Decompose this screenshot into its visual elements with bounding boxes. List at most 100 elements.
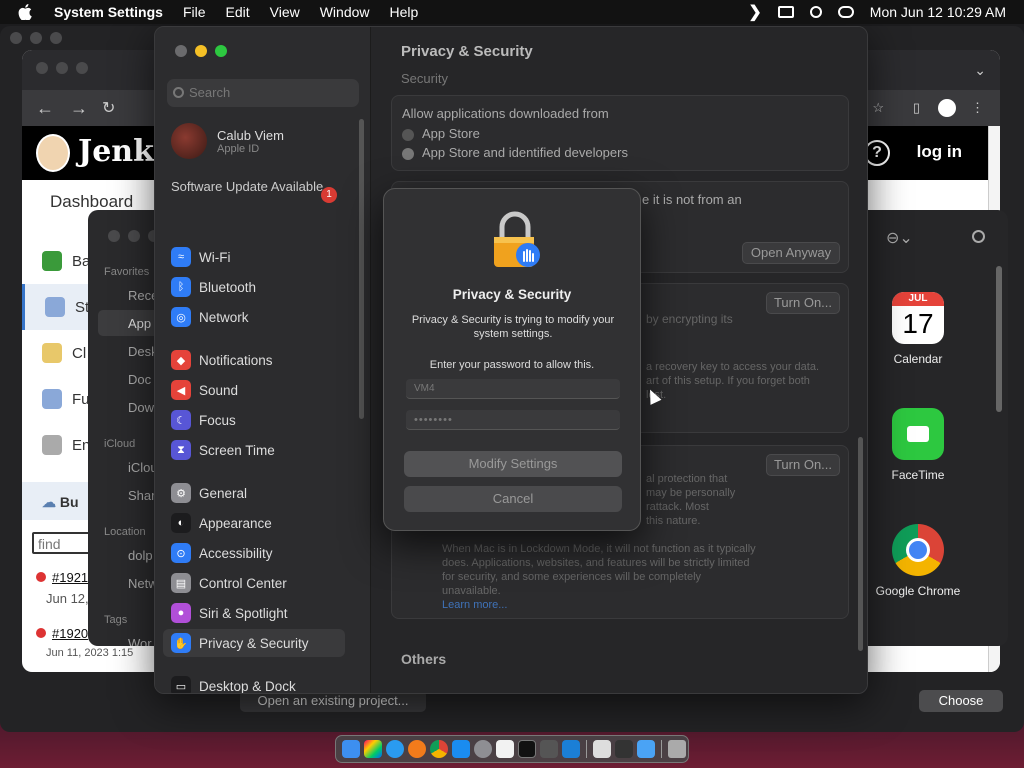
lockdown-turn-on-button[interactable]: Turn On...: [766, 454, 840, 476]
jenkins-side-item[interactable]: Ba: [22, 238, 92, 284]
star-icon[interactable]: ☆: [872, 100, 884, 116]
reload-icon[interactable]: ↻: [102, 98, 115, 118]
jenkins-side-item[interactable]: St: [22, 284, 92, 330]
modify-settings-button[interactable]: Modify Settings: [404, 451, 622, 477]
scrollbar[interactable]: [996, 266, 1002, 412]
sidebar-item[interactable]: ⧗ Screen Time: [163, 436, 345, 464]
back-arrow-icon[interactable]: ←: [36, 98, 54, 119]
scrollbar[interactable]: [359, 119, 364, 419]
firefox-icon[interactable]: [408, 740, 426, 758]
app-google-chrome[interactable]: Google Chrome: [868, 524, 968, 598]
choose-button[interactable]: Choose: [919, 690, 1003, 712]
cancel-button[interactable]: Cancel: [404, 486, 622, 512]
jenkins-title[interactable]: Jenki: [78, 134, 165, 169]
apple-id-row[interactable]: Calub Viem Apple ID: [171, 123, 284, 159]
learn-more-link[interactable]: Learn more...: [442, 598, 507, 612]
instruments-icon[interactable]: [540, 740, 558, 758]
app-calendar[interactable]: JUL 17 Calendar: [868, 292, 968, 366]
menu-window[interactable]: Window: [320, 4, 370, 20]
launchpad-icon[interactable]: [364, 740, 382, 758]
build-link[interactable]: #1920: [52, 626, 88, 641]
build-link[interactable]: #1921: [52, 570, 88, 585]
finder-item[interactable]: Wor: [128, 636, 152, 646]
finder-item[interactable]: App: [128, 316, 151, 331]
menu-edit[interactable]: Edit: [226, 4, 250, 20]
preview-icon[interactable]: [593, 740, 611, 758]
console-icon[interactable]: [615, 740, 633, 758]
jenkins-side-item[interactable]: En: [22, 422, 92, 468]
sidebar-item[interactable]: ◀ Sound: [163, 376, 345, 404]
build-history-heading: ☁ Bu: [22, 482, 92, 520]
spotlight-search-icon[interactable]: [809, 6, 822, 18]
menu-clock[interactable]: Mon Jun 12 10:29 AM: [870, 4, 1006, 20]
breadcrumb-dashboard[interactable]: Dashboard: [50, 192, 133, 212]
sidebar-item[interactable]: ◆ Notifications: [163, 346, 345, 374]
zoom-button[interactable]: [215, 45, 227, 57]
jenkins-side-item[interactable]: Cl: [22, 330, 92, 376]
jenkins-side-label: Cl: [72, 344, 87, 362]
sidebar-item[interactable]: ≈ Wi-Fi: [163, 243, 345, 271]
finder-item[interactable]: Shar: [128, 488, 155, 503]
build-row[interactable]: #1921 Jun 12,: [36, 570, 89, 606]
apple-menu-icon[interactable]: [18, 4, 36, 20]
vscode-icon[interactable]: [562, 740, 580, 758]
build-date: Jun 12,: [46, 591, 89, 606]
username-field[interactable]: VM4: [406, 379, 620, 399]
safari-icon[interactable]: [386, 740, 404, 758]
avatar: [171, 123, 207, 159]
menu-file[interactable]: File: [183, 4, 206, 20]
chrome-icon[interactable]: [430, 740, 448, 758]
login-link[interactable]: log in: [917, 142, 962, 162]
trash-icon[interactable]: [668, 740, 686, 758]
dock-icon: ▭: [171, 676, 191, 693]
more-options-icon[interactable]: ⊖⌄: [886, 228, 913, 248]
radio-identified-developers[interactable]: App Store and identified developers: [402, 145, 628, 160]
sidebar-item[interactable]: ◎ Network: [163, 303, 345, 331]
screen-mirroring-icon[interactable]: [777, 6, 794, 18]
sidebar-item[interactable]: ▤ Control Center: [163, 569, 345, 597]
search-icon[interactable]: [972, 230, 985, 243]
lock-icon: [494, 211, 540, 267]
forward-arrow-icon[interactable]: →: [70, 98, 88, 119]
control-center-icon: ▤: [171, 573, 191, 593]
filevault-turn-on-button[interactable]: Turn On...: [766, 292, 840, 314]
sidebar-item[interactable]: ᛒ Bluetooth: [163, 273, 345, 301]
more-menu-icon[interactable]: ⋮: [971, 100, 984, 116]
open-anyway-button[interactable]: Open Anyway: [742, 242, 840, 264]
finder-item[interactable]: dolp: [128, 548, 153, 563]
menu-help[interactable]: Help: [390, 4, 419, 20]
profile-icon[interactable]: [938, 99, 956, 117]
finder-item[interactable]: Dow: [128, 400, 154, 415]
sidebar-item[interactable]: ◐ Appearance: [163, 509, 345, 537]
sidepanel-icon[interactable]: ▯: [913, 100, 920, 116]
system-settings-icon[interactable]: [474, 740, 492, 758]
chrome-icon: [892, 524, 944, 576]
app-store-icon[interactable]: [452, 740, 470, 758]
sidebar-item[interactable]: ✋ Privacy & Security: [163, 629, 345, 657]
close-button[interactable]: [175, 45, 187, 57]
app-facetime[interactable]: FaceTime: [868, 408, 968, 482]
menu-app-name[interactable]: System Settings: [54, 4, 163, 20]
chevron-down-icon[interactable]: ⌄: [974, 62, 986, 79]
chevron-right-icon[interactable]: ❯: [748, 2, 761, 22]
radio-app-store[interactable]: App Store: [402, 126, 480, 141]
menu-view[interactable]: View: [270, 4, 300, 20]
textedit-icon[interactable]: [496, 740, 514, 758]
finder-icon[interactable]: [342, 740, 360, 758]
sidebar-item[interactable]: ⚙ General: [163, 479, 345, 507]
terminal-icon[interactable]: [518, 740, 536, 758]
sidebar-item[interactable]: ⊙ Accessibility: [163, 539, 345, 567]
scrollbar[interactable]: [858, 437, 863, 651]
jenkins-side-item[interactable]: Fu: [22, 376, 92, 422]
apple-id-label: Apple ID: [217, 142, 260, 155]
settings-search-input[interactable]: Search: [167, 79, 359, 107]
minimize-button[interactable]: [195, 45, 207, 57]
sidebar-item[interactable]: ☾ Focus: [163, 406, 345, 434]
control-center-icon[interactable]: [837, 6, 854, 18]
finder-item[interactable]: Doc: [128, 372, 151, 387]
software-update-item[interactable]: Software Update Available: [171, 179, 331, 195]
password-field[interactable]: ••••••••: [406, 410, 620, 430]
sidebar-item[interactable]: ● Siri & Spotlight: [163, 599, 345, 627]
downloads-folder-icon[interactable]: [637, 740, 655, 758]
sidebar-item[interactable]: ▭ Desktop & Dock: [163, 672, 345, 693]
